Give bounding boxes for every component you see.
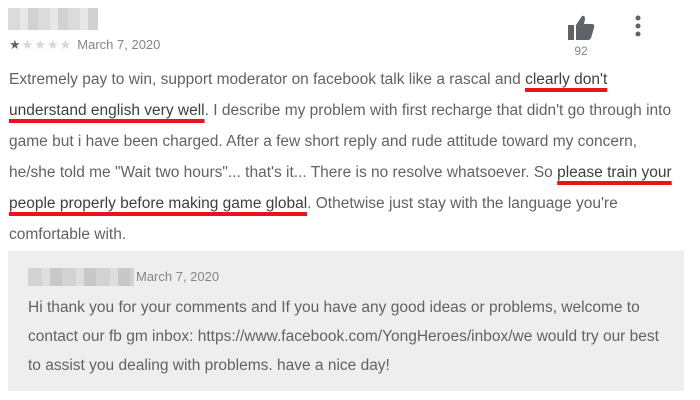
rating-row: ★ ★ ★ ★ ★ March 7, 2020 bbox=[9, 37, 160, 52]
review-body-part: Extremely pay to win, support moderator … bbox=[9, 71, 526, 88]
developer-name-redacted bbox=[28, 268, 134, 286]
star-filled-icon: ★ bbox=[9, 36, 21, 52]
star-empty-icon: ★ bbox=[34, 36, 46, 52]
star-empty-icon: ★ bbox=[21, 36, 34, 52]
review-card: ★ ★ ★ ★ ★ March 7, 2020 92 Extremely pay… bbox=[0, 0, 700, 400]
review-body: Extremely pay to win, support moderator … bbox=[9, 64, 681, 250]
review-date: March 7, 2020 bbox=[77, 37, 161, 52]
reply-date: March 7, 2020 bbox=[136, 269, 220, 284]
more-vert-icon[interactable] bbox=[628, 12, 648, 40]
developer-reply: March 7, 2020 Hi thank you for your comm… bbox=[8, 251, 684, 391]
reply-text: Hi thank you for your comments and If yo… bbox=[28, 299, 659, 374]
star-empty-icon: ★ bbox=[46, 36, 59, 52]
reviewer-name-redacted bbox=[8, 8, 98, 30]
helpful-count: 92 bbox=[574, 44, 588, 58]
star-empty-icon: ★ bbox=[59, 36, 72, 52]
thumbs-up-icon[interactable] bbox=[566, 14, 596, 42]
